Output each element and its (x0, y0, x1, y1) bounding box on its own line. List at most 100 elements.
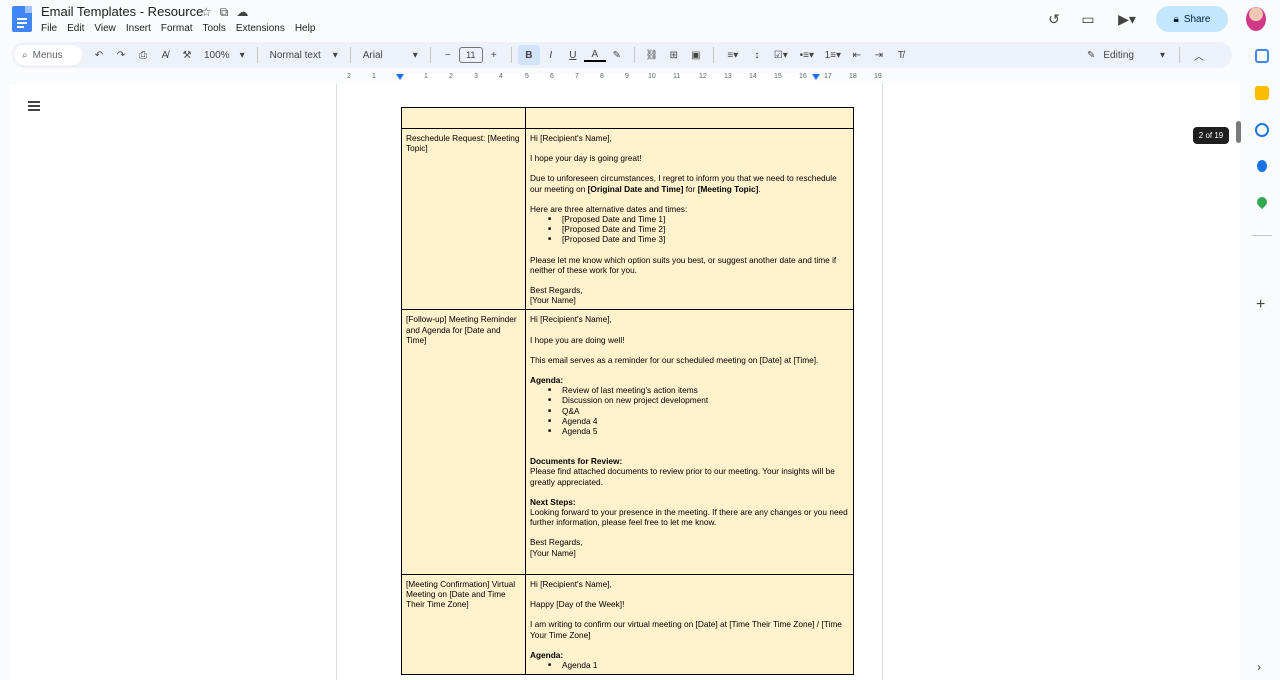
list-item: Agenda 5 (548, 426, 849, 436)
maps-icon[interactable] (1254, 194, 1270, 210)
ruler-label: 14 (749, 73, 757, 80)
line-spacing-icon[interactable]: ↕ (746, 45, 768, 65)
move-folder-icon[interactable]: ⧉ (220, 5, 229, 20)
highlight-icon[interactable]: ✎ (606, 45, 628, 65)
left-indent-marker[interactable] (396, 74, 404, 80)
share-button[interactable]: 🔒︎ Share (1156, 6, 1228, 32)
formatting-toolbar: ⌕ Menus ↶ ↷ ⎙ A̸ ⚒ 100% ▾ Normal text ▾ Ar… (12, 42, 1232, 68)
menu-format[interactable]: Format (161, 23, 193, 34)
increase-font-size-icon[interactable]: + (483, 45, 505, 65)
list-item: Review of last meeting's action items (548, 385, 849, 395)
opening-line: I hope you are doing well! (530, 334, 625, 345)
paint-format-icon[interactable]: ⚒ (176, 45, 198, 65)
editing-mode-select[interactable]: ✎ Editing ▾ ︿ (1087, 47, 1204, 63)
menu-extensions[interactable]: Extensions (236, 23, 285, 34)
tasks-icon[interactable] (1255, 123, 1269, 137)
list-item: [Proposed Date and Time 2] (548, 224, 849, 234)
font-select[interactable]: Arial ▾ (357, 50, 424, 61)
body-paragraph: This email serves as a reminder for our … (530, 354, 819, 365)
redo-icon[interactable]: ↷ (110, 45, 132, 65)
undo-icon[interactable]: ↶ (88, 45, 110, 65)
title-actions: ☆ ⧉ ☁ (201, 5, 248, 20)
bulleted-list-icon[interactable]: •≡▾ (794, 45, 820, 65)
chevron-up-icon[interactable]: ︿ (1194, 48, 1204, 63)
menu-edit[interactable]: Edit (67, 23, 84, 34)
ruler-label: 16 (799, 73, 807, 80)
divider (510, 47, 512, 63)
scrollbar-thumb[interactable] (1236, 121, 1241, 143)
agenda-block: Agenda: Agenda 1 (530, 650, 849, 671)
comments-icon[interactable]: ▭ (1078, 9, 1098, 29)
align-icon[interactable]: ≡▾ (720, 45, 746, 65)
signature-name: [Your Name] (530, 295, 576, 306)
menu-help[interactable]: Help (295, 23, 316, 34)
horizontal-ruler[interactable]: 2 1 1 2 3 4 5 6 7 8 9 10 11 12 13 14 15 … (336, 72, 883, 84)
signature-name: [Your Name] (530, 547, 576, 558)
table-cell-label[interactable]: Reschedule Request: [Meeting Topic] (401, 127, 526, 311)
style-value: Normal text (269, 49, 321, 61)
documents-heading: Documents for Review: (530, 456, 623, 467)
menu-file[interactable]: File (41, 23, 57, 34)
divider (1179, 47, 1180, 63)
menu-view[interactable]: View (94, 23, 116, 34)
body-paragraph: I am writing to confirm our virtual meet… (530, 619, 842, 640)
menu-tools[interactable]: Tools (203, 23, 226, 34)
table-cell-content[interactable] (525, 107, 854, 129)
divider (712, 47, 714, 63)
agenda-heading: Agenda: (530, 375, 564, 386)
meet-icon[interactable]: ▶▾ (1112, 9, 1142, 29)
text-color-button[interactable]: A (583, 48, 606, 62)
insert-image-icon[interactable]: ▣ (685, 45, 707, 65)
ruler-label: 8 (600, 73, 604, 80)
underline-button[interactable]: U (562, 45, 584, 65)
decrease-indent-icon[interactable]: ⇤ (846, 45, 868, 65)
ruler-label: 12 (699, 73, 707, 80)
style-select[interactable]: Normal text ▾ (264, 50, 344, 61)
document-outline-icon[interactable] (28, 101, 40, 111)
table-cell-label[interactable] (401, 107, 526, 129)
table-cell-content[interactable]: Hi [Recipient's Name], Happy [Day of the… (525, 573, 854, 676)
spellcheck-icon[interactable]: A̸ (154, 45, 176, 65)
email-templates-table[interactable]: Reschedule Request: [Meeting Topic] Hi [… (401, 107, 854, 676)
table-cell-label[interactable]: [Follow-up] Meeting Reminder and Agenda … (401, 309, 526, 575)
star-icon[interactable]: ☆ (201, 5, 212, 20)
menu-insert[interactable]: Insert (126, 23, 151, 34)
increase-indent-icon[interactable]: ⇥ (868, 45, 890, 65)
print-icon[interactable]: ⎙ (132, 45, 154, 65)
docs-logo-icon[interactable] (12, 6, 32, 32)
add-ons-icon[interactable]: + (1256, 296, 1265, 314)
table-cell-content[interactable]: Hi [Recipient's Name], I hope you are do… (525, 309, 854, 575)
ruler-label: 1 (372, 73, 376, 80)
table-cell-content[interactable]: Hi [Recipient's Name], I hope your day i… (525, 127, 854, 311)
greeting: Hi [Recipient's Name], (530, 133, 612, 143)
list-item: Discussion on new project development (548, 395, 849, 405)
body-paragraph: Please let me know which option suits yo… (530, 254, 837, 275)
cloud-status-icon[interactable]: ☁ (236, 5, 248, 20)
font-size-input[interactable]: 11 (458, 47, 483, 63)
decrease-font-size-icon[interactable]: − (437, 45, 459, 65)
version-history-icon[interactable]: ↺ (1044, 9, 1064, 29)
avatar[interactable] (1246, 7, 1266, 31)
canvas-right-margin (883, 84, 1240, 680)
table-cell-label[interactable]: [Meeting Confirmation] Virtual Meeting o… (401, 573, 526, 676)
signature: Best Regards, [Your Name] (530, 537, 849, 569)
right-indent-marker[interactable] (812, 74, 820, 80)
add-comment-icon[interactable]: ⊞ (663, 45, 685, 65)
italic-button[interactable]: I (540, 45, 562, 65)
contacts-icon[interactable] (1257, 160, 1267, 172)
numbered-list-icon[interactable]: 1≡▾ (820, 45, 846, 65)
list-item: [Proposed Date and Time 1] (548, 214, 849, 224)
ruler-label: 3 (474, 73, 478, 80)
keep-icon[interactable] (1255, 86, 1269, 100)
clear-formatting-icon[interactable]: T̸ (890, 45, 912, 65)
next-steps-text: Looking forward to your presence in the … (530, 507, 848, 528)
calendar-icon[interactable] (1255, 49, 1269, 63)
menus-search[interactable]: ⌕ Menus (14, 45, 82, 65)
chevron-right-icon[interactable]: › (1257, 660, 1261, 674)
zoom-select[interactable]: 100% ▾ (198, 50, 251, 61)
link-icon[interactable]: ⛓ (641, 45, 663, 65)
bold-button[interactable]: B (517, 45, 540, 65)
document-title[interactable]: Email Templates - Resource (41, 4, 203, 19)
checklist-icon[interactable]: ☑▾ (768, 45, 794, 65)
alternatives-list: [Proposed Date and Time 1] [Proposed Dat… (530, 214, 849, 245)
